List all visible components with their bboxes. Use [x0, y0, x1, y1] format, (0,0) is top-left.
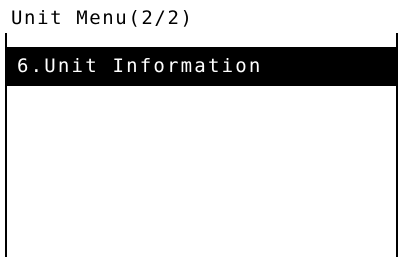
lcd-screen: Unit Menu(2/2) 6.Unit Information — [0, 0, 403, 257]
menu-title: Unit Menu(2/2) — [11, 7, 194, 29]
menu-item-unit-information[interactable]: 6.Unit Information — [5, 47, 398, 86]
